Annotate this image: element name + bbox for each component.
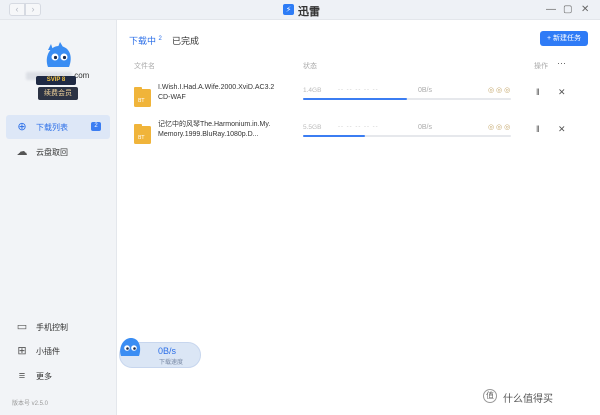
download-speed: 0B/s [418,87,433,94]
folder-icon: BT [134,124,151,144]
sidebar-item-download-list[interactable]: ⊕ 下载列表 2 [6,115,110,139]
time-remaining: -- -- -- -- -- [338,124,379,130]
mascot-icon [120,338,141,356]
table-row[interactable]: BT 记忆中的风琴The.Harmonium.in.My.Memory.1999… [128,117,588,153]
app-logo-icon: ⚡ [283,4,294,15]
download-circle-icon: ⊕ [17,121,27,133]
speed-label: 下载速度 [159,360,184,366]
tab-count: 2 [158,36,162,42]
new-task-button[interactable]: + 新建任务 [540,31,588,46]
restore-button[interactable]: ▢ [563,4,572,15]
progress-fill [303,98,407,100]
pause-button[interactable]: ‖ [536,87,540,97]
progress-fill [303,135,366,137]
close-window-button[interactable]: ✕ [581,4,589,15]
sidebar-item-label: 云盘取回 [36,148,68,157]
svg-text:BT: BT [138,98,145,104]
cloud-icon: ☁ [16,146,28,158]
speed-value: 0B/s [158,346,177,356]
file-name: 记忆中的风琴The.Harmonium.in.My.Memory.1999.Bl… [158,121,271,138]
vip-badge: SVIP 8 [36,76,76,85]
menu-icon: ≡ [18,370,26,382]
grid-plugin-icon: ⊞ [17,345,27,357]
back-button[interactable]: ‹ [9,3,25,16]
file-size: 1.4GB [303,87,322,94]
title-bar: ‹ › ⚡ 迅雷 — ▢ ✕ [0,0,600,20]
folder-icon: BT [134,87,151,107]
more-options-button[interactable]: ··· [557,58,566,68]
tab-completed[interactable]: 已完成 [172,34,199,47]
table-row[interactable]: BT I.Wish.I.Had.A.Wife.2000.XviD.AC3.2CD… [128,80,588,116]
sidebar: .com SVIP 8 续费会员 ⊕ 下载列表 2 ☁ 云盘取回 ▭ 手机控制 … [0,20,117,415]
sidebar-item-label: 小插件 [36,347,60,356]
column-header-ops: 操作 [534,63,548,70]
version-label: 版本号 v2.5.0 [12,401,49,407]
acceleration-icon: ◎ ◎ ◎ [488,87,511,94]
svg-text:BT: BT [138,135,145,141]
window-title: 迅雷 [298,6,320,18]
tab-downloading[interactable]: 下载中 2 [129,34,162,47]
download-speed: 0B/s [418,124,433,131]
phone-screen-icon: ▭ [16,321,28,333]
renew-vip-button[interactable]: 续费会员 [38,87,78,100]
sidebar-item-label: 更多 [36,372,52,381]
progress-bar [303,98,511,100]
download-count-badge: 2 [91,122,101,131]
acceleration-icon: ◎ ◎ ◎ [488,124,511,131]
sidebar-item-more[interactable]: ≡ 更多 [0,364,117,388]
sidebar-item-plugins[interactable]: ⊞ 小插件 [0,339,117,363]
watermark-logo: 值 [483,389,497,403]
forward-button[interactable]: › [25,3,41,16]
column-header-status: 状态 [303,63,317,70]
watermark-text: 什么值得买 [503,394,553,405]
column-header-name: 文件名 [134,63,155,70]
pause-button[interactable]: ‖ [536,124,540,134]
minimize-button[interactable]: — [546,4,556,15]
tab-label: 下载中 [129,36,157,46]
time-remaining: -- -- -- -- -- [338,87,379,93]
sidebar-item-cloud[interactable]: ☁ 云盘取回 [0,140,117,164]
sidebar-item-label: 手机控制 [36,323,68,332]
delete-task-button[interactable]: ✕ [558,87,566,98]
delete-task-button[interactable]: ✕ [558,124,566,135]
progress-bar [303,135,511,137]
file-name: I.Wish.I.Had.A.Wife.2000.XviD.AC3.2CD-WA… [158,84,275,101]
sidebar-item-phone-control[interactable]: ▭ 手机控制 [0,315,117,339]
file-size: 5.5GB [303,124,322,131]
sidebar-item-label: 下载列表 [36,123,68,132]
